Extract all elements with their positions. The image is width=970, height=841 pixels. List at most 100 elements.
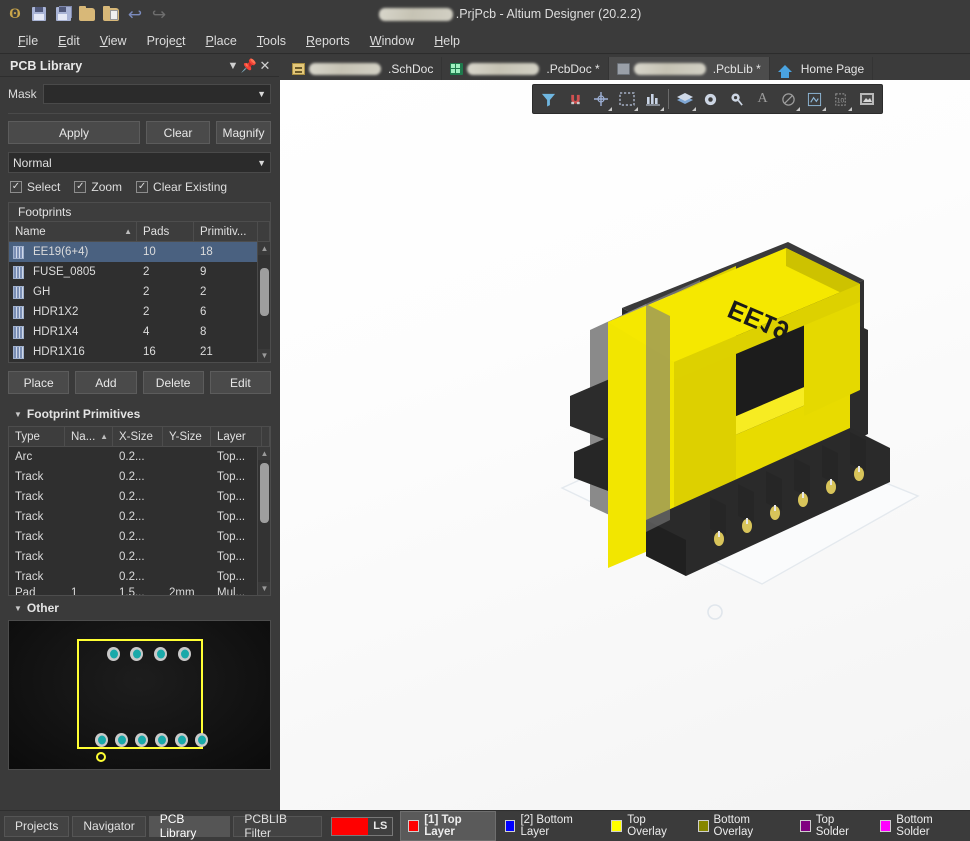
tab-schdoc[interactable]: .SchDoc [284,57,443,80]
tab-pcblib[interactable]: .PcbLib * [608,57,770,80]
menu-place[interactable]: Place [196,31,247,51]
table-row[interactable]: HDR1X16 16 21 [9,342,270,362]
table-row[interactable]: Track 0.2... Top... [9,507,270,527]
pad-icon[interactable] [724,87,749,112]
scroll-up-icon[interactable]: ▲ [258,242,270,255]
layer-top-overlay[interactable]: Top Overlay [604,812,688,840]
column-header-xsize[interactable]: X-Size [113,427,163,446]
menu-view[interactable]: View [90,31,137,51]
scroll-up-icon[interactable]: ▲ [258,447,270,460]
magnet-snap-icon[interactable] [562,87,587,112]
delete-button[interactable]: Delete [142,371,204,394]
panel-tab-pcblib-filter[interactable]: PCBLIB Filter [233,812,323,840]
dimension-icon[interactable] [802,87,827,112]
pin-icon[interactable]: 📌 [241,58,257,74]
scroll-down-icon[interactable]: ▼ [258,349,270,362]
menu-tools[interactable]: Tools [247,31,296,51]
column-header-type[interactable]: Type [9,427,65,446]
pcb-3d-viewport[interactable]: A 10 EE19 [280,80,970,810]
board-insight-icon[interactable] [640,87,665,112]
open-folder-icon[interactable] [76,3,98,25]
table-row[interactable]: HDR1X2 2 6 [9,302,270,322]
mode-select[interactable]: Normal ▼ [8,152,271,173]
chevron-down-icon[interactable]: ▼ [225,58,241,74]
redo-icon[interactable]: ↪ [148,3,170,25]
save-all-icon[interactable] [52,3,74,25]
save-icon[interactable] [28,3,50,25]
layer-stack-icon[interactable] [672,87,697,112]
text-icon[interactable]: A [750,87,775,112]
primitive-xsize: 0.2... [119,531,145,543]
selection-rect-icon[interactable] [614,87,639,112]
menu-file[interactable]: File [8,31,48,51]
menu-help[interactable]: Help [424,31,470,51]
layer-top-solder[interactable]: Top Solder [793,812,872,840]
filter-icon[interactable] [536,87,561,112]
primitives-scrollbar[interactable]: ▲ ▼ [257,447,270,595]
table-row[interactable]: Track 0.2... Top... [9,527,270,547]
table-row[interactable]: FUSE_0805 2 9 [9,262,270,282]
column-header-layer[interactable]: Layer [211,427,262,446]
footprint-primitives-section-header[interactable]: ▼ Footprint Primitives [8,402,271,426]
layer-bottom-overlay[interactable]: Bottom Overlay [691,812,791,840]
scrollbar-thumb[interactable] [260,463,269,523]
checkbox-select[interactable]: ✓ Select [10,180,60,194]
table-row[interactable]: Track 0.2... Top... [9,487,270,507]
layer-top-layer[interactable]: [1] Top Layer [400,811,496,841]
footprint-preview[interactable] [8,620,271,770]
layer-bottom-solder-label: Bottom Solder [896,814,933,838]
via-icon[interactable] [698,87,723,112]
open-project-icon[interactable] [100,3,122,25]
clear-button[interactable]: Clear [146,121,210,144]
footprint-icon [13,305,24,319]
layer-bottom-layer[interactable]: [2] Bottom Layer [498,812,603,840]
tab-home-page[interactable]: Home Page [770,57,874,80]
column-header-pads[interactable]: Pads [137,222,194,241]
table-row[interactable]: Track 0.2... Top... [9,547,270,567]
table-row[interactable]: GH 2 2 [9,282,270,302]
panel-tab-projects[interactable]: Projects [4,815,70,837]
ruler-icon[interactable]: 10 [828,87,853,112]
panel-tab-navigator[interactable]: Navigator [72,815,146,837]
layer-set-chip[interactable]: LS [331,816,394,836]
table-row[interactable]: Pad 1 1.5... 2mm Mul... [9,587,270,595]
tab-pcbdoc[interactable]: .PcbDoc * [442,57,609,80]
menu-window[interactable]: Window [360,31,424,51]
table-row[interactable]: Arc 0.2... Top... [9,447,270,467]
document-tab-bar: .SchDoc .PcbDoc * .PcbLib * Home Page [280,55,970,80]
scrollbar-thumb[interactable] [260,268,269,316]
altium-logo-icon[interactable]: ʘ [4,3,26,25]
edit-button[interactable]: Edit [209,371,271,394]
undo-icon[interactable]: ↩ [124,3,146,25]
table-row[interactable]: HDR1X4 4 8 [9,322,270,342]
footprint-pads: 2 [143,306,150,318]
apply-button[interactable]: Apply [8,121,140,144]
checkbox-zoom[interactable]: ✓ Zoom [74,180,122,194]
column-header-designator[interactable]: Na... ▲ [65,427,113,446]
layer-bottom-solder[interactable]: Bottom Solder [873,812,968,840]
magnify-button[interactable]: Magnify [216,121,271,144]
component-3d-model[interactable]: EE19 [550,220,930,640]
footprints-scrollbar[interactable]: ▲ ▼ [257,242,270,362]
table-row[interactable]: EE19(6+4) 10 18 [9,242,270,262]
layer-top-solder-label: Top Solder [815,814,849,838]
menu-project[interactable]: Project [137,31,196,51]
table-row[interactable]: Track 0.2... Top... [9,467,270,487]
column-header-ysize[interactable]: Y-Size [163,427,211,446]
close-icon[interactable]: ✕ [257,58,273,74]
arc-icon[interactable] [776,87,801,112]
menu-reports[interactable]: Reports [296,31,360,51]
image-region-icon[interactable] [854,87,879,112]
scroll-down-icon[interactable]: ▼ [258,582,270,595]
column-header-primitives[interactable]: Primitiv... [194,222,258,241]
add-button[interactable]: Add [75,371,137,394]
other-section-header[interactable]: ▼ Other [8,596,271,620]
place-button[interactable]: Place [8,371,70,394]
menu-edit[interactable]: Edit [48,31,90,51]
crosshair-icon[interactable] [588,87,613,112]
panel-tab-pcb-library[interactable]: PCB Library [148,812,231,840]
table-row[interactable]: Track 0.2... Top... [9,567,270,587]
column-header-name[interactable]: Name ▲ [9,222,137,241]
checkbox-clear-existing[interactable]: ✓ Clear Existing [136,180,227,194]
mask-input[interactable]: ▼ [42,84,271,104]
